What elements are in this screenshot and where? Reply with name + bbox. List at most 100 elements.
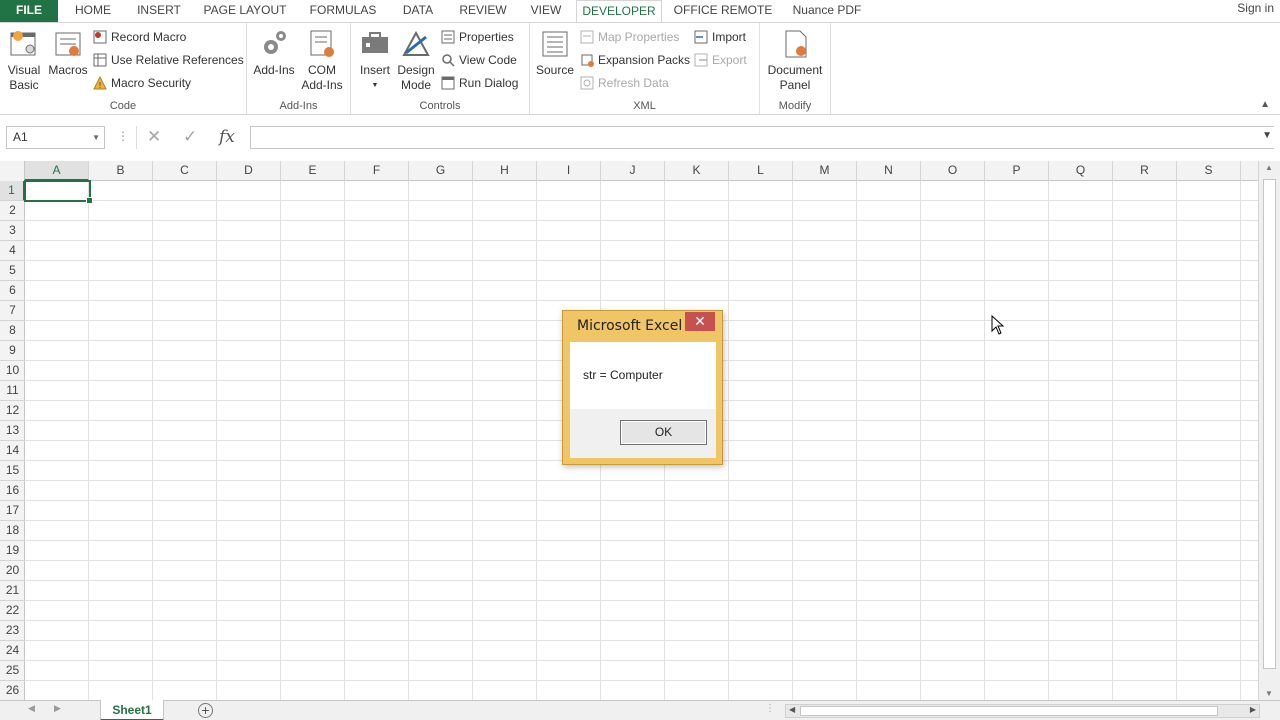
column-header-e[interactable]: E xyxy=(281,161,345,181)
column-header-g[interactable]: G xyxy=(409,161,473,181)
visual-basic-button[interactable]: Visual Basic xyxy=(4,27,44,93)
active-cell-a1[interactable] xyxy=(24,180,93,204)
formula-bar-grip-icon[interactable]: ⋮ xyxy=(117,129,129,143)
row-header-9[interactable]: 9 xyxy=(0,341,25,361)
column-header-i[interactable]: I xyxy=(537,161,601,181)
row-header-18[interactable]: 18 xyxy=(0,521,25,541)
add-ins-button[interactable]: Add-Ins xyxy=(251,27,297,78)
insert-control-button[interactable]: Insert ▼ xyxy=(355,27,395,93)
row-header-3[interactable]: 3 xyxy=(0,221,25,241)
vertical-scroll-thumb[interactable] xyxy=(1263,179,1276,669)
sheet-tab-sheet1[interactable]: Sheet1 xyxy=(100,700,164,720)
tab-file[interactable]: FILE xyxy=(0,0,58,22)
add-sheet-icon[interactable]: + xyxy=(198,703,213,718)
row-header-7[interactable]: 7 xyxy=(0,301,25,321)
row-header-13[interactable]: 13 xyxy=(0,421,25,441)
row-header-19[interactable]: 19 xyxy=(0,541,25,561)
horizontal-scroll-thumb[interactable] xyxy=(800,706,1218,716)
properties-button[interactable]: Properties xyxy=(441,27,514,47)
row-header-17[interactable]: 17 xyxy=(0,501,25,521)
chevron-down-icon[interactable]: ▼ xyxy=(92,127,100,148)
expand-formula-bar-icon[interactable]: ▼ xyxy=(1262,130,1272,141)
view-code-button[interactable]: View Code xyxy=(441,50,517,70)
formula-input[interactable] xyxy=(250,126,1274,149)
design-mode-button[interactable]: Design Mode xyxy=(395,27,437,93)
column-header-f[interactable]: F xyxy=(345,161,409,181)
record-macro-button[interactable]: Record Macro xyxy=(93,27,186,47)
tab-nuance-pdf[interactable]: Nuance PDF xyxy=(786,0,868,22)
column-header-h[interactable]: H xyxy=(473,161,537,181)
tab-home[interactable]: HOME xyxy=(64,0,122,22)
document-panel-button[interactable]: Document Panel xyxy=(764,27,826,93)
tab-splitter-icon[interactable]: ⋮ xyxy=(765,703,775,714)
column-header-a[interactable]: A xyxy=(25,161,89,181)
tab-view[interactable]: VIEW xyxy=(524,0,568,22)
refresh-data-button[interactable]: Refresh Data xyxy=(580,73,669,93)
close-icon[interactable]: ✕ xyxy=(685,312,715,331)
tab-formulas[interactable]: FORMULAS xyxy=(303,0,383,22)
row-header-14[interactable]: 14 xyxy=(0,441,25,461)
select-all-corner[interactable] xyxy=(0,161,25,181)
tab-developer[interactable]: DEVELOPER xyxy=(576,0,662,23)
column-header-p[interactable]: P xyxy=(985,161,1049,181)
export-button[interactable]: Export xyxy=(694,50,747,70)
scroll-up-icon[interactable]: ▲ xyxy=(1265,163,1273,172)
scroll-right-icon[interactable]: ▶ xyxy=(1250,705,1256,714)
row-header-20[interactable]: 20 xyxy=(0,561,25,581)
name-box[interactable]: A1 ▼ xyxy=(6,126,105,149)
row-header-2[interactable]: 2 xyxy=(0,201,25,221)
row-header-15[interactable]: 15 xyxy=(0,461,25,481)
column-header-s[interactable]: S xyxy=(1177,161,1241,181)
row-header-4[interactable]: 4 xyxy=(0,241,25,261)
row-header-10[interactable]: 10 xyxy=(0,361,25,381)
row-header-26[interactable]: 26 xyxy=(0,681,25,700)
source-button[interactable]: Source xyxy=(534,27,576,78)
row-header-23[interactable]: 23 xyxy=(0,621,25,641)
tab-page-layout[interactable]: PAGE LAYOUT xyxy=(197,0,293,22)
column-header-d[interactable]: D xyxy=(217,161,281,181)
macros-button[interactable]: Macros xyxy=(46,27,90,78)
tab-data[interactable]: DATA xyxy=(394,0,442,22)
row-header-5[interactable]: 5 xyxy=(0,261,25,281)
row-header-22[interactable]: 22 xyxy=(0,601,25,621)
row-header-12[interactable]: 12 xyxy=(0,401,25,421)
row-header-8[interactable]: 8 xyxy=(0,321,25,341)
use-relative-references-button[interactable]: Use Relative References xyxy=(93,50,244,70)
map-properties-button[interactable]: Map Properties xyxy=(580,27,679,47)
collapse-ribbon-icon[interactable]: ▲ xyxy=(1260,99,1270,110)
run-dialog-button[interactable]: Run Dialog xyxy=(441,73,518,93)
expansion-packs-button[interactable]: Expansion Packs xyxy=(580,50,690,70)
row-header-24[interactable]: 24 xyxy=(0,641,25,661)
row-header-1[interactable]: 1 xyxy=(0,181,25,201)
row-header-11[interactable]: 11 xyxy=(0,381,25,401)
insert-function-icon[interactable]: fx xyxy=(219,127,235,147)
cancel-icon[interactable]: ✕ xyxy=(147,127,161,147)
scroll-down-icon[interactable]: ▼ xyxy=(1265,689,1273,698)
column-header-r[interactable]: R xyxy=(1113,161,1177,181)
sign-in-link[interactable]: Sign in xyxy=(1237,0,1274,16)
tab-review[interactable]: REVIEW xyxy=(452,0,514,22)
ok-button[interactable]: OK xyxy=(620,420,707,445)
column-header-m[interactable]: M xyxy=(793,161,857,181)
column-header-k[interactable]: K xyxy=(665,161,729,181)
column-header-j[interactable]: J xyxy=(601,161,665,181)
com-add-ins-button[interactable]: COM Add-Ins xyxy=(299,27,345,93)
column-header-o[interactable]: O xyxy=(921,161,985,181)
scroll-left-icon[interactable]: ◀ xyxy=(789,705,795,714)
column-header-l[interactable]: L xyxy=(729,161,793,181)
row-header-25[interactable]: 25 xyxy=(0,661,25,681)
prev-sheet-icon[interactable]: ◀ xyxy=(28,703,35,714)
next-sheet-icon[interactable]: ▶ xyxy=(54,703,61,714)
vertical-scrollbar[interactable]: ▲ ▼ xyxy=(1258,161,1280,700)
horizontal-scrollbar[interactable]: ◀ ▶ xyxy=(785,704,1260,718)
import-button[interactable]: Import xyxy=(694,27,746,47)
column-header-n[interactable]: N xyxy=(857,161,921,181)
row-header-16[interactable]: 16 xyxy=(0,481,25,501)
column-header-q[interactable]: Q xyxy=(1049,161,1113,181)
row-header-6[interactable]: 6 xyxy=(0,281,25,301)
tab-office-remote[interactable]: OFFICE REMOTE xyxy=(671,0,775,22)
column-header-c[interactable]: C xyxy=(153,161,217,181)
row-header-21[interactable]: 21 xyxy=(0,581,25,601)
enter-check-icon[interactable]: ✓ xyxy=(183,127,197,147)
column-header-b[interactable]: B xyxy=(89,161,153,181)
